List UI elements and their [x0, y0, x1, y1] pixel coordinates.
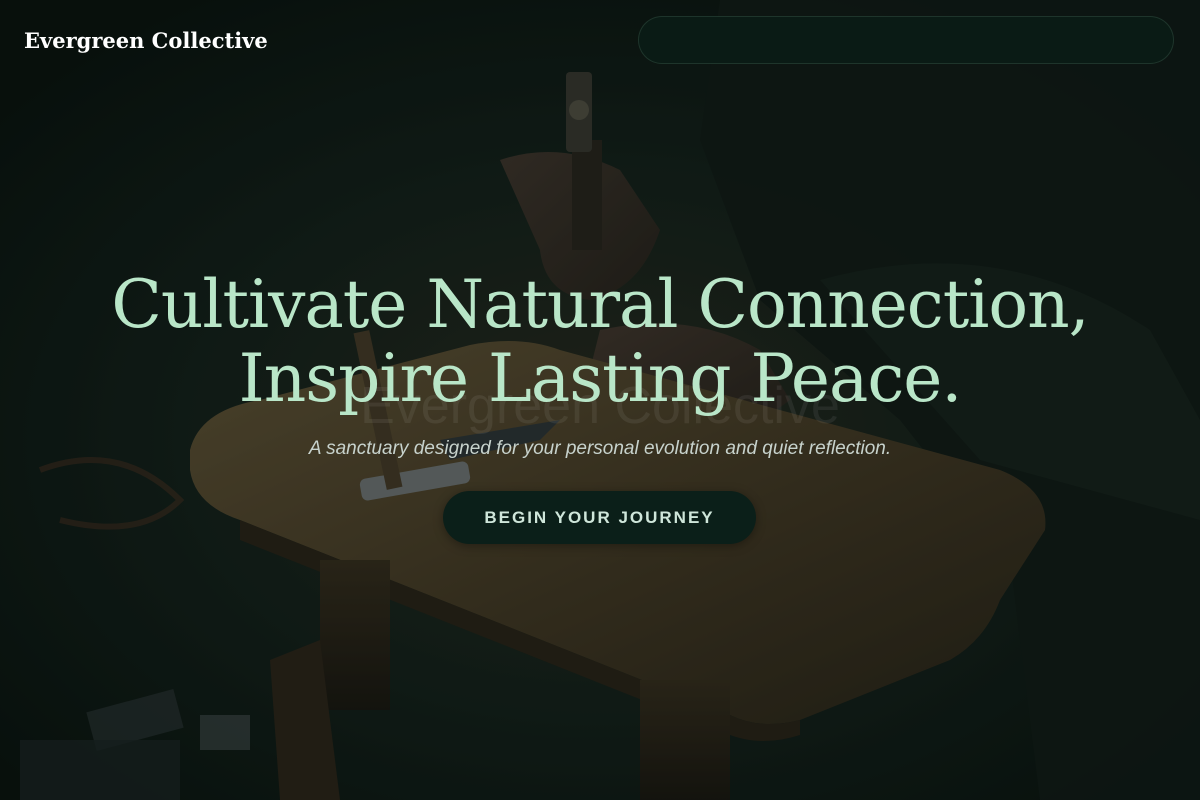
hero-title-line-1: Cultivate Natural Connection, — [111, 266, 1089, 343]
hero-title-line-2: Inspire Lasting Peace. — [238, 340, 963, 417]
brand-logo-text[interactable]: Evergreen Collective — [24, 28, 268, 53]
landing-page: Evergreen Collective Evergreen Collectiv… — [0, 0, 1200, 800]
hero-subtitle: A sanctuary designed for your personal e… — [308, 438, 892, 459]
begin-journey-button[interactable]: BEGIN YOUR JOURNEY — [443, 491, 756, 544]
navigation-bar[interactable] — [638, 16, 1174, 64]
hero-title: Cultivate Natural Connection, Inspire La… — [0, 268, 1200, 416]
